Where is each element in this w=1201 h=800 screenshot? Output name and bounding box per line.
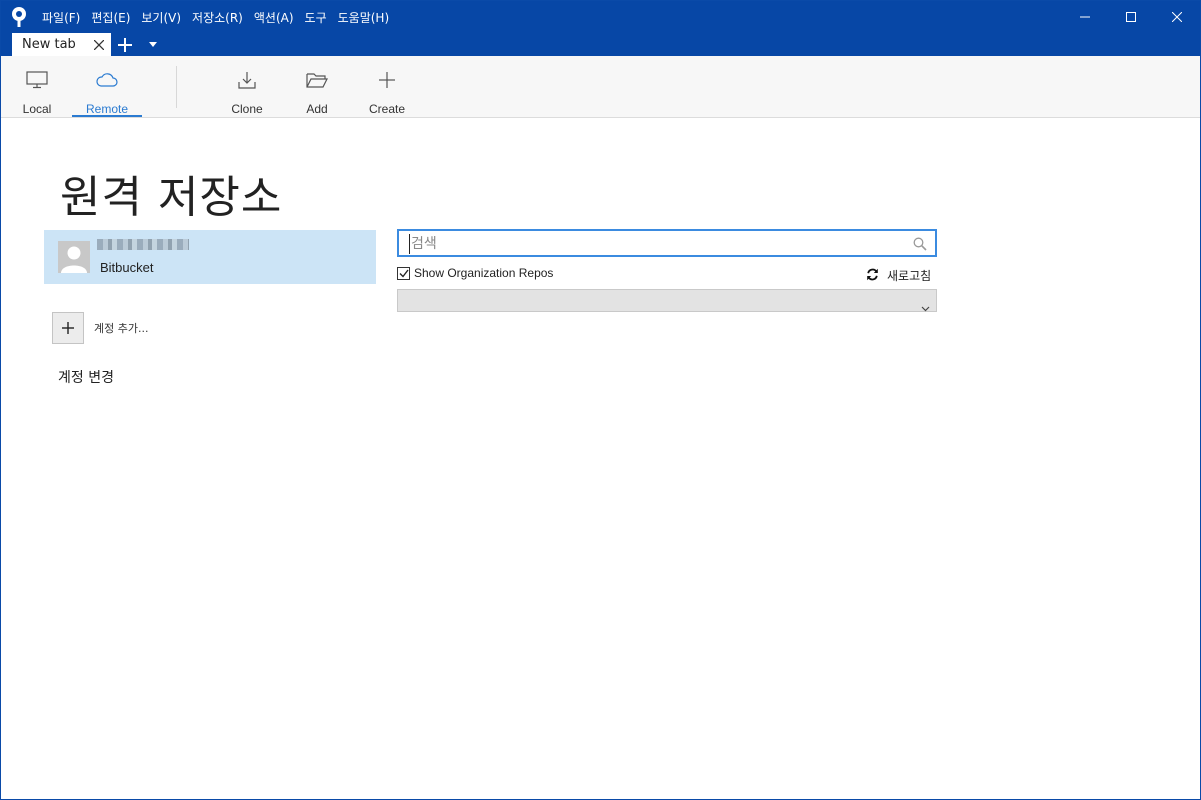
checkmark-icon: [399, 269, 409, 278]
plus-icon: [118, 37, 132, 52]
window-controls: [1062, 1, 1200, 33]
chevron-down-icon: [149, 42, 157, 47]
show-org-repos-checkbox[interactable]: [397, 266, 410, 280]
account-item[interactable]: Bitbucket: [44, 230, 376, 284]
toolbar-divider: [176, 66, 177, 108]
download-icon: [237, 68, 257, 92]
add-account-label[interactable]: 계정 추가...: [94, 320, 148, 336]
create-button[interactable]: Create: [363, 56, 411, 118]
clone-button[interactable]: Clone: [225, 56, 269, 118]
tab-new[interactable]: New tab: [12, 33, 111, 56]
monitor-icon: [26, 68, 48, 92]
close-icon: [1172, 12, 1182, 22]
new-tab-button[interactable]: [111, 33, 139, 56]
tab-bar: New tab: [1, 33, 1200, 56]
menu-view[interactable]: 보기(V): [141, 9, 181, 26]
tab-list-button[interactable]: [139, 33, 167, 56]
refresh-label: 새로고침: [887, 269, 932, 283]
menu-file[interactable]: 파일(F): [42, 9, 80, 26]
add-button[interactable]: Add: [295, 56, 339, 118]
cloud-icon: [96, 68, 118, 92]
refresh-icon: [866, 266, 879, 285]
search-box: [397, 229, 937, 257]
show-org-repos-label: Show Organization Repos: [414, 266, 554, 280]
page-title: 원격 저장소: [60, 172, 283, 223]
sourcetree-logo-icon: [10, 6, 28, 28]
add-label: Add: [306, 102, 328, 116]
repo-filter-dropdown[interactable]: [397, 289, 937, 312]
minimize-icon: [1080, 16, 1090, 18]
add-account: 계정 추가...: [52, 312, 148, 344]
add-account-button[interactable]: [52, 312, 84, 344]
plus-icon: [62, 322, 74, 334]
show-org-repos-option[interactable]: Show Organization Repos: [397, 266, 553, 280]
account-username-redacted: [97, 239, 189, 250]
minimize-button[interactable]: [1062, 1, 1108, 33]
user-icon: [58, 241, 90, 273]
menu-edit[interactable]: 편집(E): [91, 9, 130, 26]
switch-account-link[interactable]: 계정 변경: [58, 367, 114, 387]
menu-bar: 파일(F) 편집(E) 보기(V) 저장소(R) 액션(A) 도구 도움말(H): [1, 1, 1200, 33]
clone-label: Clone: [231, 102, 263, 116]
close-window-button[interactable]: [1154, 1, 1200, 33]
local-label: Local: [22, 102, 52, 116]
close-icon: [94, 39, 104, 50]
avatar: [58, 241, 90, 273]
menu-repository[interactable]: 저장소(R): [192, 9, 243, 26]
local-button[interactable]: Local: [15, 56, 59, 118]
menu-help[interactable]: 도움말(H): [338, 9, 390, 26]
search-icon: [913, 236, 927, 255]
refresh-button[interactable]: 새로고침: [866, 266, 931, 285]
remote-button[interactable]: Remote: [72, 56, 142, 118]
folder-icon: [306, 68, 328, 92]
create-label: Create: [368, 102, 406, 116]
maximize-button[interactable]: [1108, 1, 1154, 33]
tab-close-button[interactable]: [93, 39, 105, 51]
tab-label: New tab: [22, 37, 76, 52]
account-service: Bitbucket: [100, 260, 154, 275]
maximize-icon: [1126, 12, 1136, 22]
chevron-down-icon: [921, 297, 930, 316]
plus-icon: [378, 68, 396, 92]
title-bar: 파일(F) 편집(E) 보기(V) 저장소(R) 액션(A) 도구 도움말(H)…: [1, 1, 1200, 56]
toolbar: Local Remote Clone Add Create: [1, 56, 1200, 118]
menu-actions[interactable]: 액션(A): [254, 9, 294, 26]
menu-tools[interactable]: 도구: [305, 9, 327, 26]
search-input[interactable]: [409, 234, 889, 254]
remote-label: Remote: [85, 102, 129, 116]
